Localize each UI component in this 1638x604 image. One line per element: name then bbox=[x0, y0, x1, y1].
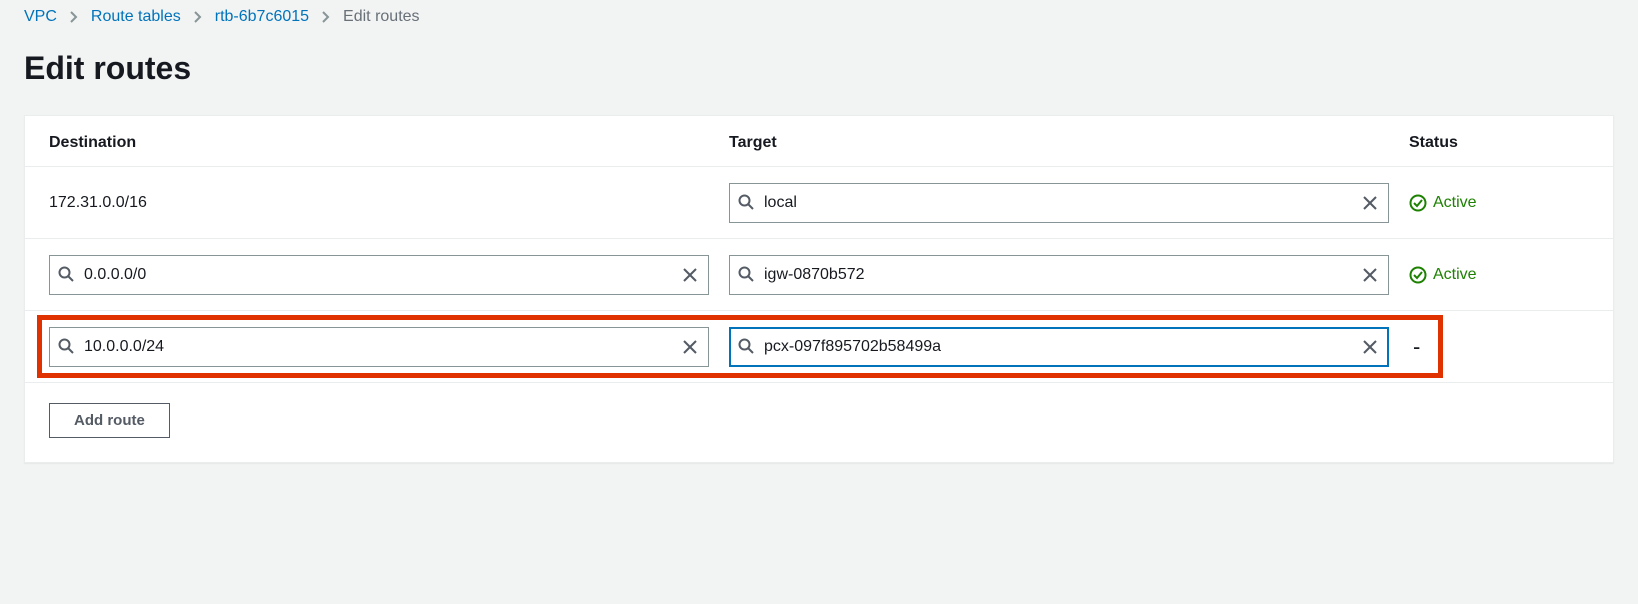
destination-input[interactable] bbox=[76, 266, 680, 284]
destination-value: 172.31.0.0/16 bbox=[49, 194, 147, 211]
routes-panel: Destination Target Status 172.31.0.0/16 bbox=[24, 115, 1614, 463]
table-row: Active bbox=[25, 239, 1613, 311]
search-icon bbox=[58, 266, 76, 284]
target-input-wrap[interactable] bbox=[729, 327, 1389, 367]
clear-icon[interactable] bbox=[680, 265, 700, 285]
page-title: Edit routes bbox=[0, 26, 1638, 115]
status-badge: Active bbox=[1409, 266, 1589, 284]
clear-icon[interactable] bbox=[1360, 193, 1380, 213]
target-input[interactable] bbox=[756, 266, 1360, 284]
breadcrumb-link-route-tables[interactable]: Route tables bbox=[91, 8, 181, 26]
target-input-wrap[interactable] bbox=[729, 255, 1389, 295]
check-circle-icon bbox=[1409, 194, 1427, 212]
breadcrumb-current: Edit routes bbox=[343, 8, 419, 26]
target-input[interactable] bbox=[756, 338, 1360, 356]
clear-icon[interactable] bbox=[680, 337, 700, 357]
destination-input-wrap[interactable] bbox=[49, 255, 709, 295]
table-footer: Add route bbox=[25, 383, 1613, 462]
table-row: - bbox=[25, 311, 1613, 383]
chevron-right-icon bbox=[321, 10, 331, 24]
chevron-right-icon bbox=[69, 10, 79, 24]
search-icon bbox=[738, 194, 756, 212]
search-icon bbox=[58, 338, 76, 356]
destination-input[interactable] bbox=[76, 338, 680, 356]
column-header-destination: Destination bbox=[49, 134, 729, 152]
breadcrumb: VPC Route tables rtb-6b7c6015 Edit route… bbox=[0, 0, 1638, 26]
table-row: 172.31.0.0/16 Active bbox=[25, 167, 1613, 239]
table-header: Destination Target Status bbox=[25, 116, 1613, 167]
column-header-target: Target bbox=[729, 134, 1409, 152]
search-icon bbox=[738, 266, 756, 284]
add-route-button[interactable]: Add route bbox=[49, 403, 170, 438]
check-circle-icon bbox=[1409, 266, 1427, 284]
search-icon bbox=[738, 338, 756, 356]
breadcrumb-link-rtb-id[interactable]: rtb-6b7c6015 bbox=[215, 8, 309, 26]
status-placeholder: - bbox=[1409, 334, 1420, 359]
status-badge: Active bbox=[1409, 194, 1589, 212]
target-input[interactable] bbox=[756, 194, 1360, 212]
clear-icon[interactable] bbox=[1360, 265, 1380, 285]
chevron-right-icon bbox=[193, 10, 203, 24]
clear-icon[interactable] bbox=[1360, 337, 1380, 357]
breadcrumb-link-vpc[interactable]: VPC bbox=[24, 8, 57, 26]
status-text: Active bbox=[1433, 194, 1477, 212]
status-text: Active bbox=[1433, 266, 1477, 284]
destination-input-wrap[interactable] bbox=[49, 327, 709, 367]
target-input-wrap[interactable] bbox=[729, 183, 1389, 223]
column-header-status: Status bbox=[1409, 134, 1589, 152]
